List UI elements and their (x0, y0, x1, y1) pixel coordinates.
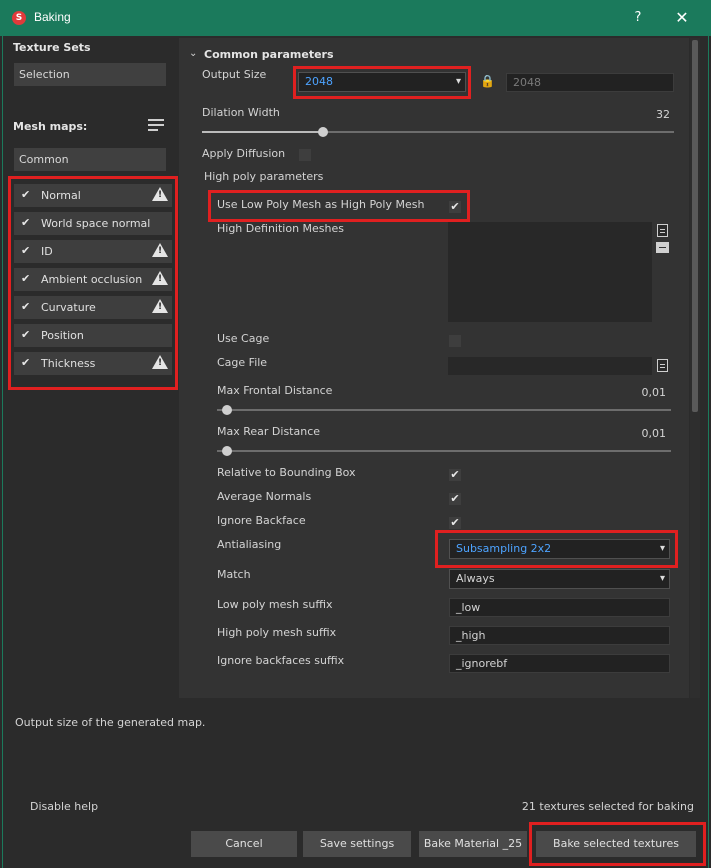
high-poly-header: High poly parameters (204, 170, 324, 183)
dilation-slider-fill (202, 131, 322, 133)
help-text: Output size of the generated map. (15, 716, 206, 729)
antialiasing-label: Antialiasing (217, 538, 282, 551)
highlight-box (208, 190, 470, 222)
max-frontal-value[interactable]: 0,01 (610, 386, 667, 399)
mesh-maps-header: Mesh maps: (13, 120, 88, 133)
section-title: Common parameters (204, 48, 334, 61)
highlight-box (293, 66, 471, 99)
high-def-meshes-list[interactable] (448, 222, 652, 322)
lock-icon[interactable]: 🔒 (480, 74, 495, 88)
remove-icon[interactable] (656, 242, 669, 253)
apply-diffusion-label: Apply Diffusion (202, 147, 286, 160)
scrollbar-thumb[interactable] (692, 40, 698, 412)
cage-file-label: Cage File (217, 356, 268, 369)
match-label: Match (217, 568, 251, 581)
max-rear-label: Max Rear Distance (217, 425, 321, 438)
window-title: Baking (34, 10, 71, 24)
max-rear-slider-knob[interactable] (222, 446, 232, 456)
mesh-map-group[interactable]: Common (14, 148, 166, 171)
disable-help-link[interactable]: Disable help (30, 800, 98, 813)
chevron-down-icon: ▾ (659, 573, 665, 584)
average-normals-checkbox[interactable]: ✔ (449, 493, 461, 505)
relative-bbox-checkbox[interactable]: ✔ (449, 469, 461, 481)
panel-scrollbar[interactable] (690, 38, 700, 698)
file-icon[interactable] (657, 224, 668, 237)
use-cage-label: Use Cage (217, 332, 270, 345)
low-suffix-input[interactable]: _low (449, 598, 670, 617)
match-value: Always (456, 572, 495, 585)
help-button[interactable]: ? (628, 8, 648, 28)
output-size-locked-field[interactable]: 2048 (506, 73, 674, 92)
max-frontal-slider-knob[interactable] (222, 405, 232, 415)
texture-sets-header: Texture Sets (13, 41, 91, 54)
high-def-meshes-label: High Definition Meshes (217, 222, 344, 235)
highlight-box (435, 530, 678, 568)
use-cage-checkbox[interactable] (449, 335, 461, 347)
bake-status: 21 textures selected for baking (521, 800, 694, 813)
app-logo-icon: S (12, 11, 26, 25)
texture-set-selector[interactable]: Selection (14, 63, 166, 86)
high-suffix-input[interactable]: _high (449, 626, 670, 645)
bake-material-button[interactable]: Bake Material _25 (419, 831, 527, 857)
ignore-backface-checkbox[interactable]: ✔ (449, 517, 461, 529)
ignore-suffix-label: Ignore backfaces suffix (217, 654, 345, 667)
ignore-suffix-input[interactable]: _ignorebf (449, 654, 670, 673)
max-frontal-label: Max Frontal Distance (217, 384, 333, 397)
apply-diffusion-checkbox[interactable] (299, 149, 311, 161)
cage-file-field[interactable] (448, 357, 652, 375)
max-rear-value[interactable]: 0,01 (610, 427, 667, 440)
save-settings-button[interactable]: Save settings (303, 831, 411, 857)
cancel-button[interactable]: Cancel (191, 831, 297, 857)
match-select[interactable]: Always ▾ (449, 569, 670, 589)
file-icon[interactable] (657, 359, 668, 372)
average-normals-label: Average Normals (217, 490, 312, 503)
ignore-backface-label: Ignore Backface (217, 514, 306, 527)
max-rear-slider-track[interactable] (217, 450, 671, 452)
title-bar: S Baking ? ✕ (0, 0, 711, 36)
high-suffix-label: High poly mesh suffix (217, 626, 337, 639)
dilation-width-value[interactable]: 32 (620, 108, 670, 121)
output-size-label: Output Size (202, 68, 267, 81)
relative-bbox-label: Relative to Bounding Box (217, 466, 356, 479)
max-frontal-slider-track[interactable] (217, 409, 671, 411)
dilation-slider-knob[interactable] (318, 127, 328, 137)
list-menu-icon[interactable] (148, 119, 164, 135)
close-button[interactable]: ✕ (672, 8, 692, 28)
low-suffix-label: Low poly mesh suffix (217, 598, 333, 611)
highlight-box (529, 822, 706, 866)
dilation-width-label: Dilation Width (202, 106, 280, 119)
chevron-down-icon[interactable]: ⌄ (189, 48, 197, 59)
highlight-box (8, 176, 178, 390)
